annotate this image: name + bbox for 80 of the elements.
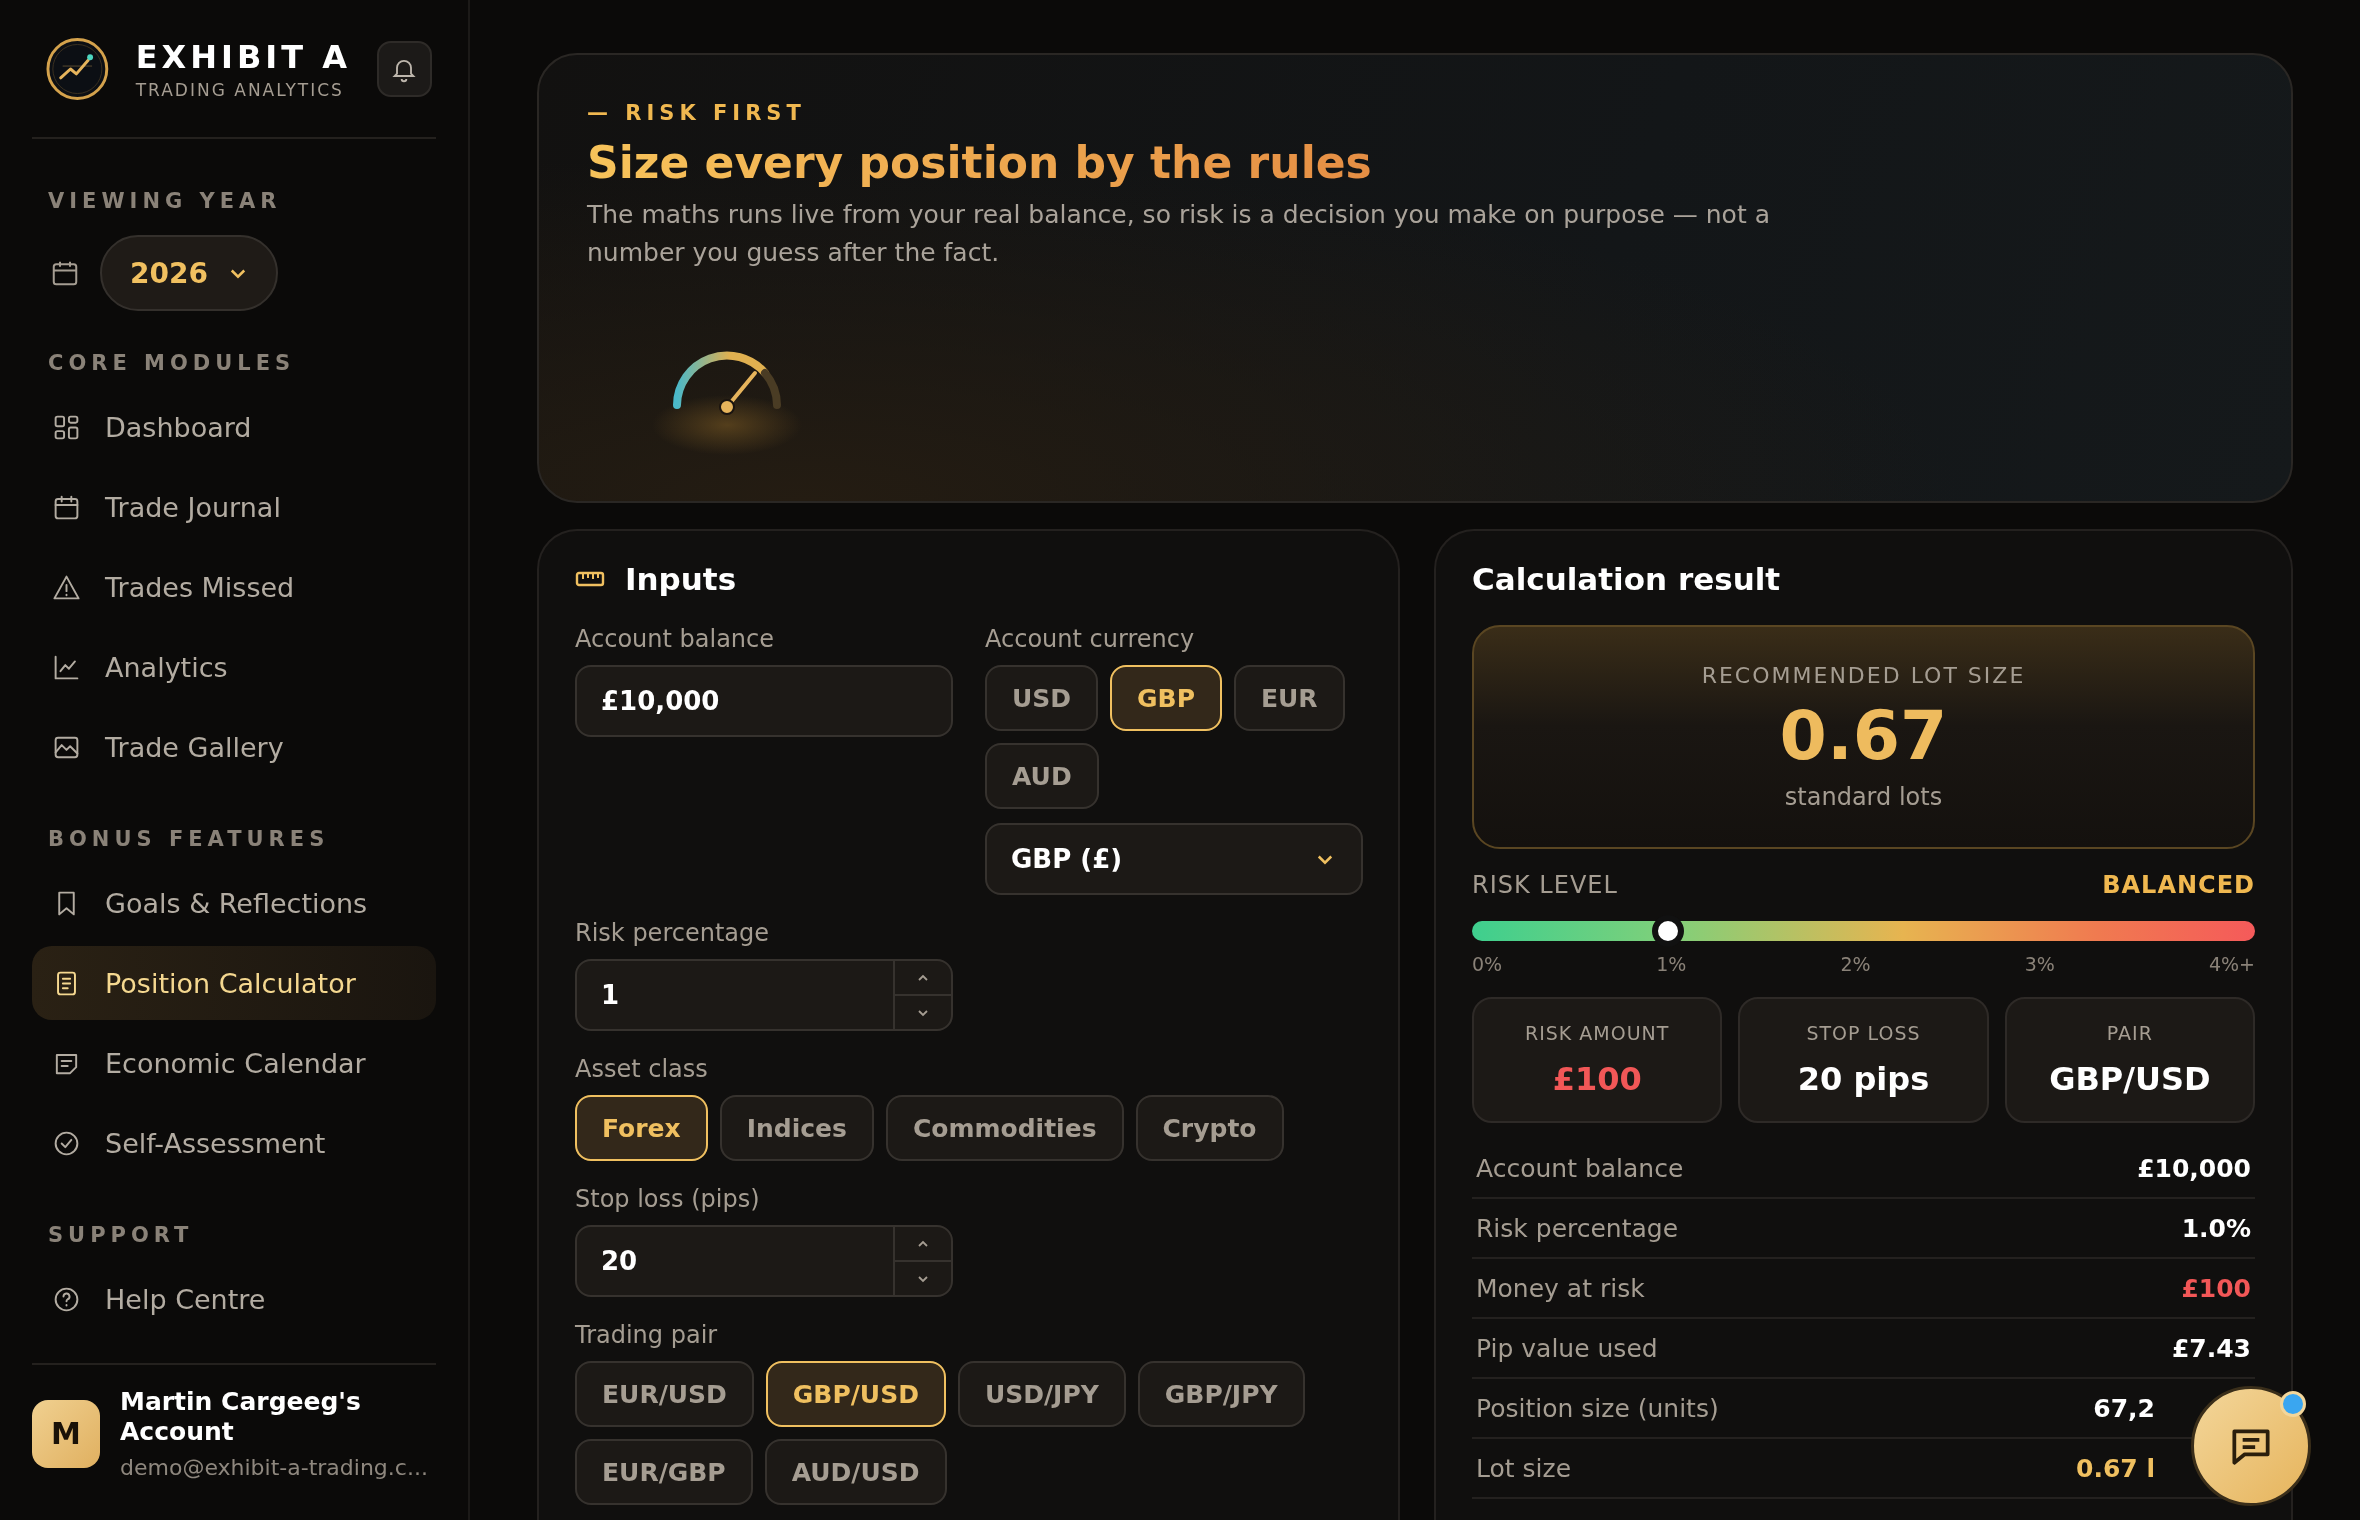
option-chip[interactable]: Forex [575,1095,708,1161]
field-label: Asset class [575,1055,709,1083]
row-value: 1.0% [2181,1213,2251,1243]
brand-title: EXHIBIT A [135,37,351,76]
nav-item[interactable]: Trades Missed [32,550,436,624]
option-chip[interactable]: Crypto [1135,1095,1284,1161]
row-label: Money at risk [1476,1273,1645,1303]
row-label: Lot size [1476,1453,1571,1483]
balance-field[interactable]: £10,000 [575,665,953,737]
tick-label: 0% [1472,953,1503,975]
section-label: VIEWING YEAR [47,189,283,213]
row-value: 67,2 [2093,1393,2155,1423]
option-chip[interactable]: AUD/USD [764,1439,947,1505]
hero-text: The maths runs live from your real balance, so risk is a decision you make on purpose — not a number you guess after the fact. [587,199,1771,269]
card-title: Inputs [625,561,737,597]
stat-value: 20 pips [1797,1060,1930,1098]
notification-button[interactable] [377,40,432,97]
option-chip[interactable]: EUR [1233,665,1345,731]
option-chip[interactable]: Commodities [885,1095,1124,1161]
section-label: BONUS FEATURES [47,827,331,851]
stat-value: £100 [1552,1060,1642,1098]
nav-item[interactable]: Trade Journal [32,470,436,544]
field-label: Risk percentage [575,919,770,947]
lot-label: RECOMMENDED LOT SIZE [1701,663,2026,688]
brand-subtitle: TRADING ANALYTICS [135,79,345,100]
row-value: 0.67 l [2076,1453,2155,1483]
risk-status: BALANCED [2102,871,2255,899]
row-value: £100 [2181,1273,2251,1303]
ruler-icon [575,569,605,589]
notification-dot [2280,1391,2306,1417]
logo-icon [45,35,110,102]
section-label: SUPPORT [47,1223,195,1247]
risk-field[interactable]: 1 [575,959,953,1031]
nav-item[interactable]: Dashboard [32,390,436,464]
stat-label: STOP LOSS [1806,1022,1921,1044]
stop-loss-field[interactable]: 20 [575,1225,953,1297]
row-value: £7.43 [2171,1333,2251,1363]
option-chip[interactable]: USD/JPY [957,1361,1126,1427]
option-chip[interactable]: GBP/USD [765,1361,946,1427]
row-label: Position size (units) [1476,1393,1719,1423]
option-chip[interactable]: EUR/USD [575,1361,754,1427]
hero-eyebrow: — RISK FIRST [587,101,807,125]
tick-label: 3% [2024,953,2055,975]
account-name: Martin Cargeeg's Account [120,1387,362,1447]
row-label: Risk percentage [1476,1213,1679,1243]
field-label: Trading pair [575,1321,719,1349]
row-label: Pip value used [1476,1333,1658,1363]
avatar: M [32,1399,100,1468]
nav-item[interactable]: Economic Calendar [32,1026,436,1100]
field-label: Account currency [985,625,1196,653]
tick-label: 1% [1656,953,1687,975]
option-chip[interactable]: GBP [1110,665,1222,731]
option-chip[interactable]: Indices [719,1095,874,1161]
nav-item[interactable]: Self-Assessment [32,1106,436,1180]
nav-item[interactable]: Help Centre [32,1262,436,1336]
field-label: Stop loss (pips) [575,1185,761,1213]
nav-item[interactable]: Position Calculator [32,946,436,1020]
lot-unit: standard lots [1784,783,1943,811]
nav-item[interactable]: Analytics [32,630,436,704]
stat-value: GBP/USD [2049,1060,2211,1098]
option-chip[interactable]: AUD [985,743,1099,809]
card-title: Calculation result [1472,561,1781,597]
stat-label: PAIR [2106,1022,2153,1044]
nav-item[interactable]: Goals & Reflections [32,866,436,940]
section-label: CORE MODULES [47,351,297,375]
lot-value: 0.67 [1779,696,1948,775]
field-label: Account balance [575,625,776,653]
account-email: demo@exhibit-a-trading.c... [120,1455,429,1480]
tick-label: 2% [1840,953,1871,975]
row-label: Account balance [1476,1153,1684,1183]
option-chip[interactable]: GBP/JPY [1137,1361,1305,1427]
option-chip[interactable]: USD [985,665,1099,731]
row-value: £10,000 [2137,1153,2251,1183]
tick-label: 4%+ [2208,953,2255,975]
stat-label: RISK AMOUNT [1524,1022,1670,1044]
currency-dropdown[interactable]: GBP (£) [985,823,1363,895]
year-dropdown[interactable]: 2026 [100,235,278,311]
risk-level-label: RISK LEVEL [1472,871,1618,899]
option-chip[interactable]: EUR/GBP [575,1439,753,1505]
nav-item[interactable]: Trade Gallery [32,710,436,784]
